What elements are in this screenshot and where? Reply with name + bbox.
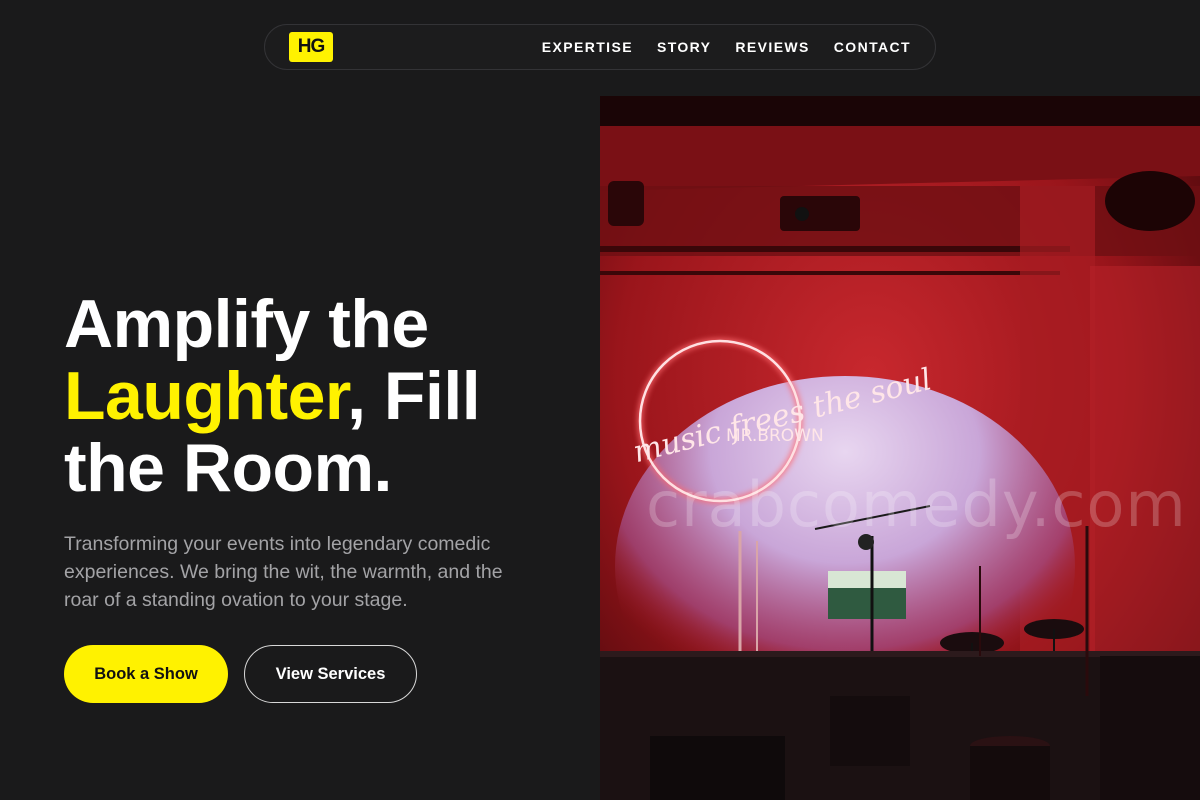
view-services-button[interactable]: View Services	[244, 645, 417, 703]
nav-link-reviews[interactable]: REVIEWS	[735, 39, 809, 55]
hero-title-highlight: Laughter	[64, 358, 348, 434]
top-navigation: HG EXPERTISE STORY REVIEWS CONTACT	[264, 24, 936, 70]
logo[interactable]: HG	[289, 32, 333, 62]
hero-subtitle: Transforming your events into legendary …	[64, 533, 503, 611]
book-show-button[interactable]: Book a Show	[64, 645, 228, 703]
neon-sign-subtext: MR.BROWN	[726, 426, 824, 446]
stage-illustration: music frees the soul MR.BROWN	[600, 96, 1200, 800]
nav-link-story[interactable]: STORY	[657, 39, 711, 55]
hero-title: Amplify the Laughter, Fill the Room.	[64, 288, 584, 504]
watermark-text: crabcomedy.com	[646, 468, 1187, 541]
nav-link-expertise[interactable]: EXPERTISE	[542, 39, 633, 55]
nav-links: EXPERTISE STORY REVIEWS CONTACT	[542, 39, 911, 55]
nav-link-contact[interactable]: CONTACT	[834, 39, 911, 55]
hero-title-part1: Amplify the	[64, 286, 429, 362]
hero-stage-image: music frees the soul MR.BROWN crabcomedy…	[600, 96, 1200, 800]
